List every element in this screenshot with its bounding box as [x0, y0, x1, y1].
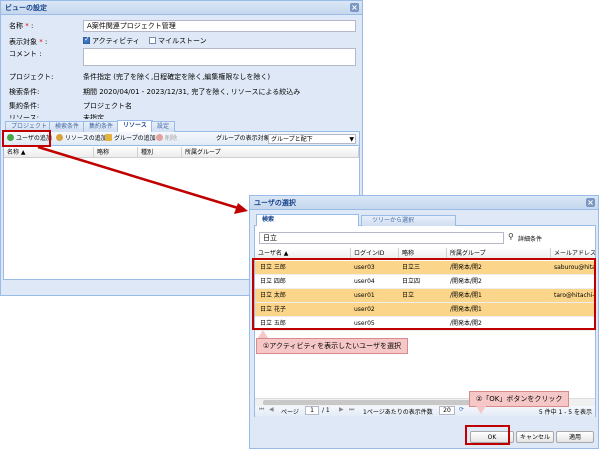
page-total: / 1: [322, 407, 330, 414]
tab-search-condition[interactable]: 検索条件: [49, 121, 86, 132]
display-target-label: 表示対象 * :: [9, 38, 48, 46]
per-page-label: 1ページあたりの表示件数: [363, 409, 433, 416]
user-rows-highlight: [252, 258, 596, 330]
refresh-icon[interactable]: ⟳: [459, 406, 464, 413]
page-input[interactable]: 1: [305, 406, 319, 415]
last-page-icon[interactable]: ⏭: [349, 406, 354, 414]
page-label: ページ: [281, 409, 299, 416]
ok-button-highlight: [465, 425, 510, 445]
delete-button[interactable]: 削除: [156, 134, 177, 144]
aggregate-value: プロジェクト名: [83, 102, 132, 110]
comment-label: コメント :: [9, 50, 42, 58]
activity-checkbox[interactable]: アクティビティ: [83, 35, 140, 46]
cancel-button[interactable]: キャンセル: [516, 431, 554, 443]
user-search-input[interactable]: 日立: [259, 232, 504, 244]
user-dialog-tabs: 検索 ツリーから選択: [254, 213, 596, 226]
detail-condition-link[interactable]: 詳細条件: [518, 234, 542, 243]
add-group-icon: [105, 134, 112, 141]
tab-search[interactable]: 検索: [256, 214, 359, 226]
col-name[interactable]: 名称 ▲: [4, 147, 94, 158]
aggregate-label: 集約条件:: [9, 102, 40, 110]
per-page-input[interactable]: 20: [439, 406, 455, 415]
add-user-highlight: [2, 130, 51, 147]
search-icon[interactable]: ⚲: [508, 232, 514, 241]
user-dialog-titlebar: ユーザの選択 ×: [250, 196, 598, 210]
name-input[interactable]: A案件関連プロジェクト管理: [83, 20, 356, 32]
resource-column-header: 名称 ▲ 略称 種別 所属グループ: [4, 147, 359, 158]
close-icon[interactable]: ×: [586, 198, 595, 207]
delete-icon: [156, 134, 163, 141]
first-page-icon[interactable]: ⏮: [259, 406, 264, 414]
pager-toolbar: ⏮ ◀ ページ 1 / 1 ▶ ⏭ 1ページあたりの表示件数 20 ⟳ 5 件中…: [255, 406, 595, 417]
project-label: プロジェクト:: [9, 73, 54, 81]
view-tabs: プロジェクト 検索条件 集約条件 リソース 設定: [3, 119, 360, 132]
pager-summary: 5 件中 1 - 5 を表示: [538, 409, 592, 416]
tab-settings[interactable]: 設定: [151, 121, 176, 132]
project-value: 条件指定 (完了を除く,日程確定を除く,編集権限なしを除く): [83, 73, 271, 81]
prev-page-icon[interactable]: ◀: [269, 406, 274, 413]
user-dialog-title: ユーザの選択: [254, 199, 296, 207]
close-icon[interactable]: ×: [350, 3, 359, 12]
next-page-icon[interactable]: ▶: [339, 406, 344, 413]
col-group[interactable]: 所属グループ: [182, 147, 359, 158]
comment-textarea[interactable]: [83, 48, 356, 66]
search-condition-value: 期間 2020/04/01 - 2023/12/31, 完了を除く, リソースに…: [83, 88, 301, 96]
name-label: 名称 * :: [9, 22, 34, 30]
search-condition-label: 検索条件:: [9, 88, 40, 96]
add-resource-icon: [56, 134, 63, 141]
tab-tree-select[interactable]: ツリーから選択: [361, 215, 456, 226]
add-group-button[interactable]: グループの追加: [105, 134, 156, 144]
callout-select-users: ①アクティビティを表示したいユーザを選択: [256, 338, 408, 354]
callout-pointer: [258, 330, 268, 338]
add-resource-button[interactable]: リソースの追加: [56, 134, 107, 144]
apply-button[interactable]: 適用: [556, 431, 594, 443]
col-abbr[interactable]: 略称: [94, 147, 138, 158]
group-display-label: グループの表示対象: [216, 135, 270, 142]
callout-click-ok: ②「OK」ボタンをクリック: [469, 391, 570, 407]
view-settings-titlebar: ビューの設定 ×: [1, 1, 362, 15]
col-type[interactable]: 種別: [138, 147, 182, 158]
view-settings-title: ビューの設定: [5, 4, 47, 12]
resource-toolbar: ユーザの追加 リソースの追加 グループの追加 削除 グループの表示対象 グループ…: [4, 132, 359, 146]
tab-aggregate[interactable]: 集約条件: [83, 121, 120, 132]
milestone-checkbox[interactable]: マイルストーン: [149, 36, 207, 46]
group-display-select[interactable]: グループと配下 ▼: [268, 134, 356, 144]
tab-resource[interactable]: リソース: [117, 120, 153, 132]
callout-pointer: [476, 406, 486, 414]
chevron-down-icon: ▼: [349, 136, 354, 143]
